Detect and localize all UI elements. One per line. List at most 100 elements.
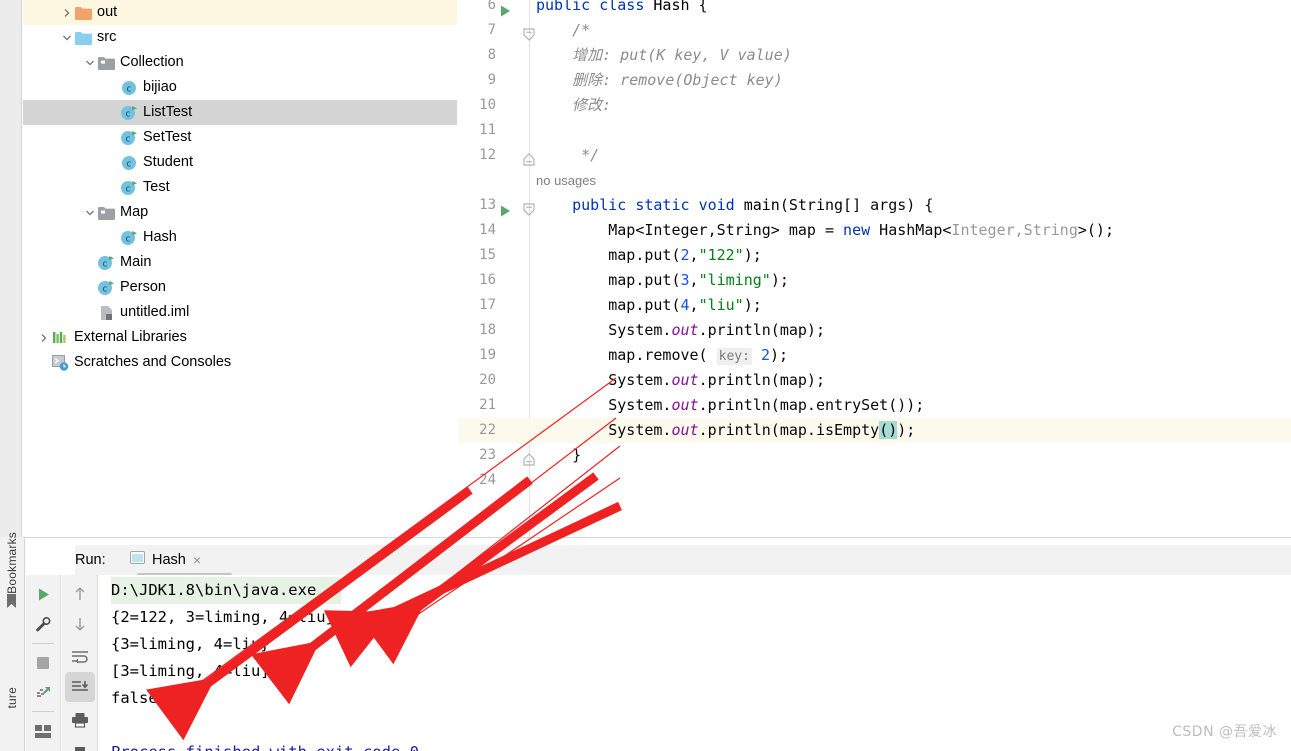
tree-item-label: out — [97, 4, 118, 20]
tree-row[interactable]: External Libraries — [23, 325, 457, 350]
run-tab-hash[interactable]: Hash × — [130, 545, 201, 575]
fold-open-icon[interactable] — [522, 199, 536, 216]
code-line[interactable]: 24 — [458, 468, 1291, 493]
code-line[interactable]: 23 } — [458, 443, 1291, 468]
code-text: map.put(3,"liming"); — [536, 268, 789, 293]
code-line[interactable]: 12 */ — [458, 143, 1291, 168]
export-icon[interactable] — [65, 737, 95, 751]
code-editor[interactable]: 6 public class Hash {7 /* 8 增加: put(K key,… — [458, 0, 1291, 537]
tree-row[interactable]: untitled.iml — [23, 300, 457, 325]
run-button[interactable] — [28, 579, 58, 609]
code-token: ); — [743, 296, 762, 314]
code-token: ); — [770, 346, 789, 364]
tree-row[interactable]: c Person — [23, 275, 457, 300]
line-number: 9 — [487, 72, 496, 88]
chevron-down-icon[interactable] — [83, 50, 97, 75]
run-tab-title: Hash — [152, 552, 186, 568]
scroll-to-end-icon[interactable] — [65, 672, 95, 702]
fold-close-icon[interactable] — [522, 449, 536, 466]
code-token: map.put( — [536, 246, 681, 264]
arrow-down-icon[interactable] — [65, 609, 95, 639]
code-token: (String[] args) { — [779, 196, 934, 214]
tree-row[interactable]: c Student — [23, 150, 457, 175]
tree-row[interactable]: c Main — [23, 250, 457, 275]
run-console-output[interactable]: D:\JDK1.8\bin\java.exe . {2=122, 3=liming… — [99, 575, 1291, 751]
code-line[interactable]: 6 public class Hash { — [458, 0, 1291, 18]
tree-row[interactable]: Map — [23, 200, 457, 225]
gutter-run-icon[interactable] — [500, 0, 511, 17]
code-token: public — [536, 0, 591, 14]
svg-text:c: c — [127, 159, 132, 169]
arrow-up-icon[interactable] — [65, 579, 95, 609]
wrench-icon[interactable] — [28, 609, 58, 639]
tree-item-label: Main — [120, 254, 152, 270]
code-line[interactable]: 8 增加: put(K key, V value) — [458, 43, 1291, 68]
project-tree[interactable]: out src Collection c bijiao c ListTest c SetTest… — [23, 0, 457, 537]
code-line[interactable]: 22 System.out.println(map.isEmpty()); — [458, 418, 1291, 443]
code-line[interactable]: 15 map.put(2,"122"); — [458, 243, 1291, 268]
code-token: { — [689, 0, 708, 14]
tree-row[interactable]: src — [23, 25, 457, 50]
code-line[interactable]: 19 map.remove( key: 2); — [458, 343, 1291, 368]
layout-settings-icon[interactable] — [28, 716, 58, 746]
bookmarks-rail-label[interactable]: Bookmarks — [5, 532, 19, 594]
code-line[interactable]: 16 map.put(3,"liming"); — [458, 268, 1291, 293]
code-text: /* — [536, 18, 590, 43]
run-toolbar-secondary[interactable] — [62, 575, 98, 751]
tree-row[interactable]: Collection — [23, 50, 457, 75]
code-line[interactable]: 11 — [458, 118, 1291, 143]
code-token: ); — [897, 421, 916, 439]
watermark: CSDN @吾爱冰 — [1172, 724, 1277, 740]
code-line[interactable]: 21 System.out.println(map.entrySet()); — [458, 393, 1291, 418]
line-number: 14 — [479, 222, 496, 238]
close-icon[interactable]: × — [193, 553, 201, 567]
tree-row[interactable]: c SetTest — [23, 125, 457, 150]
code-text: public class Hash { — [536, 0, 708, 18]
chevron-right-icon[interactable] — [60, 0, 74, 25]
editor-console-divider[interactable] — [23, 537, 1291, 538]
chevron-down-icon[interactable] — [60, 25, 74, 50]
fold-open-icon[interactable] — [522, 24, 536, 41]
code-line[interactable]: 13 public static void main(String[] args… — [458, 193, 1291, 218]
gutter-run-icon[interactable] — [500, 200, 511, 217]
chevron-right-icon[interactable] — [37, 325, 51, 350]
code-line[interactable]: 7 /* — [458, 18, 1291, 43]
fold-close-icon[interactable] — [522, 149, 536, 166]
code-line[interactable]: 9 删除: remove(Object key) — [458, 68, 1291, 93]
line-number: 8 — [487, 47, 496, 63]
iml-file-icon — [97, 300, 115, 325]
code-token: map.put( — [536, 271, 681, 289]
tree-item-label: untitled.iml — [120, 304, 190, 320]
soft-wrap-icon[interactable] — [65, 642, 95, 672]
package-icon — [97, 200, 115, 225]
code-line[interactable]: 14 Map<Integer,String> map = new HashMap… — [458, 218, 1291, 243]
chevron-down-icon[interactable] — [83, 200, 97, 225]
console-line: D:\JDK1.8\bin\java.exe . — [111, 577, 341, 604]
run-panel-header: Run: Hash × — [75, 545, 1291, 576]
line-number: 22 — [479, 422, 496, 438]
tree-row[interactable]: Scratches and Consoles — [23, 350, 457, 375]
tree-item-label: Test — [143, 179, 170, 195]
code-token: */ — [536, 146, 600, 164]
tree-item-label: Person — [120, 279, 166, 295]
code-line[interactable]: 20 System.out.println(map); — [458, 368, 1291, 393]
tree-row[interactable]: c Hash — [23, 225, 457, 250]
code-line[interactable]: 10 修改: — [458, 93, 1291, 118]
tree-row[interactable]: c ListTest — [23, 100, 457, 125]
code-token: new — [843, 221, 871, 239]
run-toolbar-primary[interactable] — [26, 575, 61, 751]
stop-button[interactable] — [28, 648, 58, 678]
tree-row[interactable]: c bijiao — [23, 75, 457, 100]
code-line[interactable]: 17 map.put(4,"liu"); — [458, 293, 1291, 318]
code-line[interactable]: 18 System.out.println(map); — [458, 318, 1291, 343]
code-text: map.remove( key: 2); — [536, 343, 788, 369]
printer-icon[interactable] — [65, 705, 95, 735]
rerun-failed-tests-icon[interactable] — [28, 678, 58, 708]
tree-row[interactable]: c Test — [23, 175, 457, 200]
tree-row[interactable]: out — [23, 0, 457, 25]
code-text: */ — [536, 143, 599, 168]
structure-rail-label[interactable]: ture — [5, 687, 19, 708]
code-token: public — [572, 196, 627, 214]
